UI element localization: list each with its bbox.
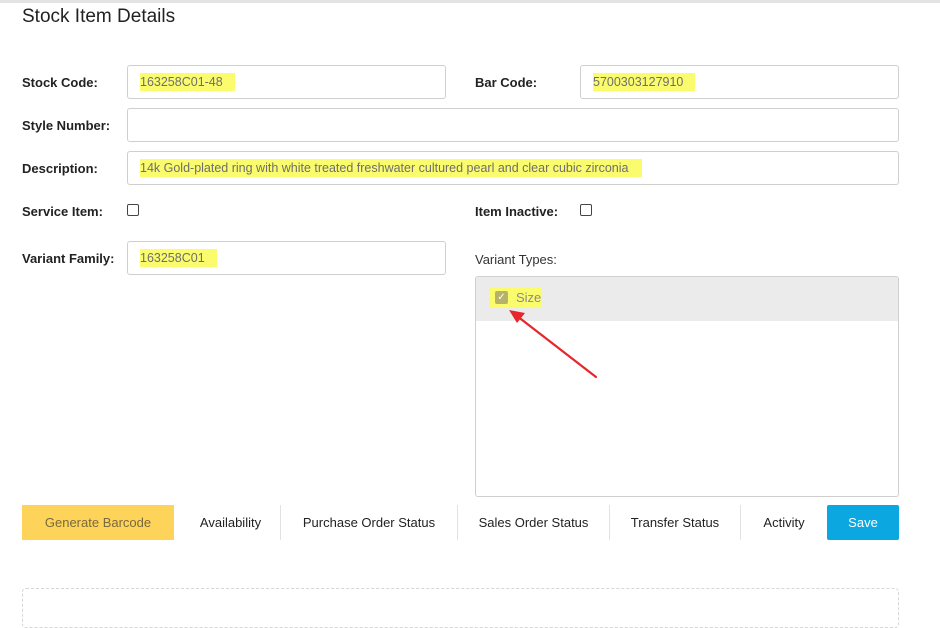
style-number-input[interactable] — [127, 108, 899, 142]
stock-code-label: Stock Code: — [22, 75, 98, 90]
top-divider — [0, 0, 940, 3]
tab-availability[interactable]: Availability — [182, 505, 279, 540]
variant-type-label: Size — [516, 290, 542, 305]
tab-purchase-order-status[interactable]: Purchase Order Status — [281, 505, 457, 540]
tab-content-panel — [22, 588, 899, 628]
bar-code-input[interactable]: 5700303127910 — [580, 65, 899, 99]
variant-family-input[interactable]: 163258C01 — [127, 241, 446, 275]
variant-types-list[interactable]: ✓ Size — [475, 276, 899, 497]
tab-activity[interactable]: Activity — [741, 505, 827, 540]
description-value: 14k Gold-plated ring with white treated … — [140, 159, 643, 177]
stock-code-input[interactable]: 163258C01-48 — [127, 65, 446, 99]
page-title: Stock Item Details — [22, 6, 176, 27]
variant-family-value: 163258C01 — [140, 249, 217, 267]
generate-barcode-button[interactable]: Generate Barcode — [22, 505, 174, 540]
bar-code-value: 5700303127910 — [593, 73, 696, 91]
description-input[interactable]: 14k Gold-plated ring with white treated … — [127, 151, 899, 185]
description-label: Description: — [22, 161, 98, 176]
item-tabs-toolbar: Generate Barcode Availability Purchase O… — [22, 505, 899, 540]
item-inactive-label: Item Inactive: — [475, 204, 559, 219]
tab-transfer-status[interactable]: Transfer Status — [610, 505, 740, 540]
save-button[interactable]: Save — [827, 505, 899, 540]
variant-type-item[interactable]: ✓ Size — [476, 277, 898, 321]
service-item-label: Service Item: — [22, 204, 103, 219]
tab-sales-order-status[interactable]: Sales Order Status — [458, 505, 609, 540]
bar-code-label: Bar Code: — [475, 75, 538, 90]
service-item-checkbox[interactable] — [127, 204, 139, 216]
variant-types-label: Variant Types: — [475, 252, 557, 267]
item-inactive-checkbox[interactable] — [580, 204, 592, 216]
check-icon[interactable]: ✓ — [495, 291, 508, 304]
stock-code-value: 163258C01-48 — [140, 73, 235, 91]
variant-family-label: Variant Family: — [22, 251, 115, 266]
style-number-label: Style Number: — [22, 118, 111, 133]
